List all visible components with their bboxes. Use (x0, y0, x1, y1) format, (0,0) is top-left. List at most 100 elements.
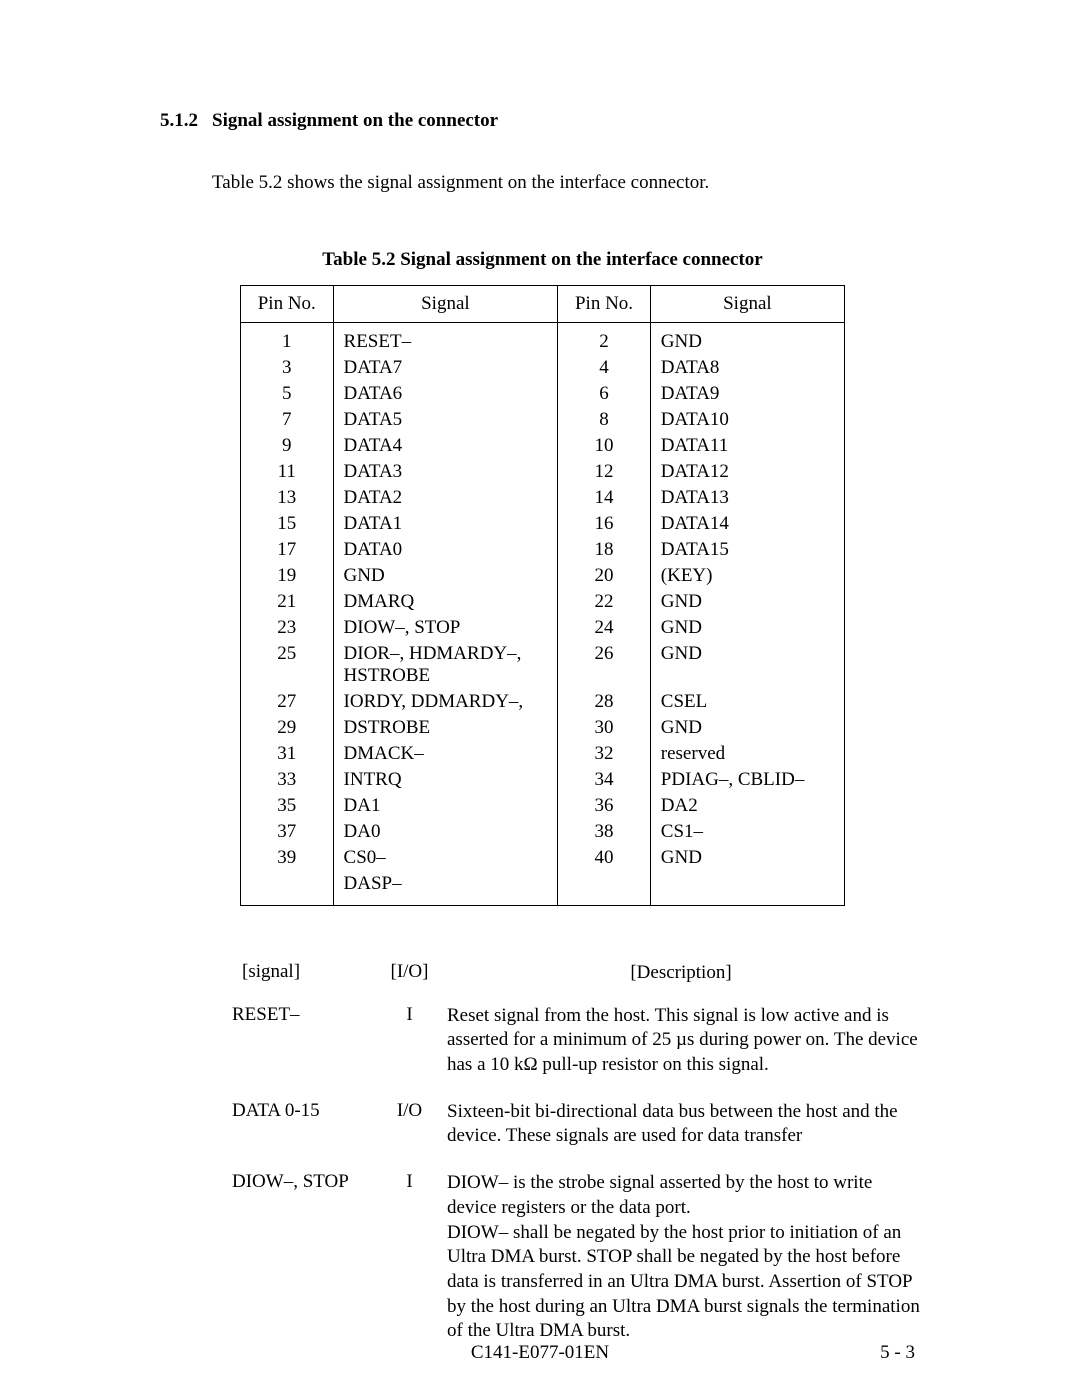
signal-left: IORDY, DDMARDY–, (333, 689, 558, 715)
signal-right: GND (650, 615, 844, 641)
pin-right: 38 (558, 819, 651, 845)
pin-right: 14 (558, 485, 651, 511)
signal-left: DA1 (333, 793, 558, 819)
signal-right: PDIAG–, CBLID– (650, 767, 844, 793)
desc-header-row: [signal] [I/O] [Description] (212, 961, 925, 1004)
signal-right: DATA10 (650, 407, 844, 433)
col-header-pin-right: Pin No. (558, 286, 651, 323)
pin-right (558, 871, 651, 906)
signal-left: DASP– (333, 871, 558, 906)
pin-right: 30 (558, 715, 651, 741)
pin-right: 26 (558, 641, 651, 689)
table-row: 13DATA214DATA13 (241, 485, 845, 511)
signal-left: DATA6 (333, 381, 558, 407)
table-row: 21DMARQ22GND (241, 589, 845, 615)
pin-right: 8 (558, 407, 651, 433)
signal-right (650, 871, 844, 906)
pin-left: 27 (241, 689, 334, 715)
signal-left: DATA1 (333, 511, 558, 537)
pin-left: 23 (241, 615, 334, 641)
signal-left: RESET– (333, 323, 558, 356)
desc-text: DIOW– is the strobe signal asserted by t… (437, 1171, 925, 1366)
intro-paragraph: Table 5.2 shows the signal assignment on… (212, 172, 925, 194)
pin-left: 9 (241, 433, 334, 459)
pin-right: 10 (558, 433, 651, 459)
signal-left: DATA3 (333, 459, 558, 485)
signal-right: DATA13 (650, 485, 844, 511)
pin-left: 15 (241, 511, 334, 537)
col-header-pin-left: Pin No. (241, 286, 334, 323)
signal-right: DATA12 (650, 459, 844, 485)
table-caption: Table 5.2 Signal assignment on the inter… (160, 249, 925, 271)
table-row: 29DSTROBE30GND (241, 715, 845, 741)
pin-right: 16 (558, 511, 651, 537)
pin-right: 2 (558, 323, 651, 356)
pin-left: 31 (241, 741, 334, 767)
pin-left: 35 (241, 793, 334, 819)
pin-right: 22 (558, 589, 651, 615)
pin-right: 40 (558, 845, 651, 871)
signal-right: reserved (650, 741, 844, 767)
pin-left: 39 (241, 845, 334, 871)
signal-right: (KEY) (650, 563, 844, 589)
footer-page-number: 5 - 3 (880, 1342, 915, 1364)
table-row: 1RESET–2GND (241, 323, 845, 356)
pin-right: 28 (558, 689, 651, 715)
table-row: 3DATA74DATA8 (241, 355, 845, 381)
desc-signal: RESET– (212, 1004, 382, 1100)
table-row: 23DIOW–, STOP24GND (241, 615, 845, 641)
table-row: 25DIOR–, HDMARDY–, HSTROBE26GND (241, 641, 845, 689)
pin-left: 19 (241, 563, 334, 589)
signal-left: DMACK– (333, 741, 558, 767)
signal-left: DATA0 (333, 537, 558, 563)
signal-left: DATA2 (333, 485, 558, 511)
pin-left: 7 (241, 407, 334, 433)
signal-right: GND (650, 323, 844, 356)
signal-left: CS0– (333, 845, 558, 871)
desc-header-io: [I/O] (382, 961, 437, 1004)
pin-left: 3 (241, 355, 334, 381)
section-title: Signal assignment on the connector (212, 110, 498, 131)
desc-io: I (382, 1004, 437, 1100)
pin-right: 6 (558, 381, 651, 407)
table-row: 7DATA58DATA10 (241, 407, 845, 433)
pin-right: 24 (558, 615, 651, 641)
pin-left: 21 (241, 589, 334, 615)
desc-signal: DATA 0-15 (212, 1100, 382, 1171)
desc-header-desc: [Description] (437, 961, 925, 1004)
table-row: 31DMACK–32reserved (241, 741, 845, 767)
signal-right: GND (650, 715, 844, 741)
signal-left: DSTROBE (333, 715, 558, 741)
table-header-row: Pin No. Signal Pin No. Signal (241, 286, 845, 323)
pin-right: 4 (558, 355, 651, 381)
pin-right: 20 (558, 563, 651, 589)
table-row: 27IORDY, DDMARDY–,28CSEL (241, 689, 845, 715)
pin-left: 17 (241, 537, 334, 563)
pin-left: 13 (241, 485, 334, 511)
desc-row: DATA 0-15I/OSixteen-bit bi-directional d… (212, 1100, 925, 1171)
signal-right: GND (650, 589, 844, 615)
desc-header-signal: [signal] (212, 961, 382, 1004)
footer-doc-number: C141-E077-01EN (0, 1342, 1080, 1364)
table-row: 33INTRQ34PDIAG–, CBLID– (241, 767, 845, 793)
signal-left: DMARQ (333, 589, 558, 615)
signal-left: DIOR–, HDMARDY–, HSTROBE (333, 641, 558, 689)
signal-right: CSEL (650, 689, 844, 715)
signal-left: DATA5 (333, 407, 558, 433)
signal-right: DATA8 (650, 355, 844, 381)
pin-right: 32 (558, 741, 651, 767)
signal-right: CS1– (650, 819, 844, 845)
col-header-signal-right: Signal (650, 286, 844, 323)
signal-left: DIOW–, STOP (333, 615, 558, 641)
desc-signal: DIOW–, STOP (212, 1171, 382, 1366)
pin-right: 34 (558, 767, 651, 793)
pin-left: 33 (241, 767, 334, 793)
pin-signal-table: Pin No. Signal Pin No. Signal 1RESET–2GN… (240, 285, 845, 906)
desc-row: DIOW–, STOPIDIOW– is the strobe signal a… (212, 1171, 925, 1366)
signal-right: DA2 (650, 793, 844, 819)
desc-row: RESET–IReset signal from the host. This … (212, 1004, 925, 1100)
signal-right: DATA9 (650, 381, 844, 407)
signal-left: INTRQ (333, 767, 558, 793)
signal-left: DA0 (333, 819, 558, 845)
pin-left (241, 871, 334, 906)
